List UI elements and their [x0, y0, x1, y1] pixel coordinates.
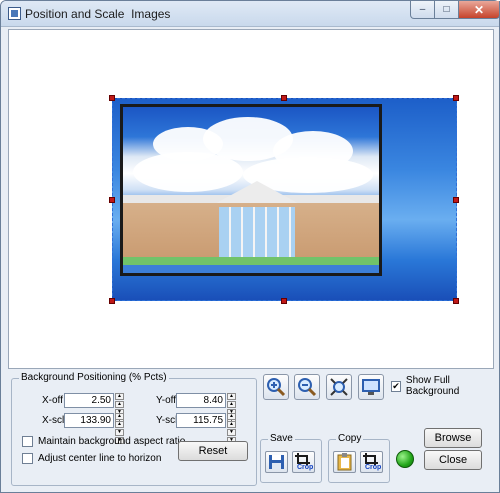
- xoff-label: X-off: [42, 395, 63, 406]
- show-full-background-label: Show Full Background: [405, 375, 460, 397]
- save-group-title: Save: [268, 433, 295, 444]
- controls-panel: Background Positioning (% Pcts) X-off 2.…: [8, 371, 494, 489]
- zoom-fit-button[interactable]: [326, 374, 352, 400]
- reset-button[interactable]: Reset: [178, 441, 248, 461]
- zoom-out-button[interactable]: [294, 374, 320, 400]
- xscl-label: X-scl: [42, 415, 65, 426]
- title-bar[interactable]: Position and Scale Images – □ ✕: [1, 1, 500, 27]
- resize-handle-bottom-right[interactable]: [453, 298, 459, 304]
- full-view-button[interactable]: [358, 374, 384, 400]
- close-window-button[interactable]: ✕: [458, 1, 500, 19]
- show-full-background-row[interactable]: ✔ Show Full Background: [391, 375, 494, 397]
- zoom-fit-icon: [330, 378, 348, 396]
- save-crop-button[interactable]: Crop: [292, 451, 315, 473]
- sea: [123, 265, 379, 273]
- zoom-out-icon: [298, 378, 317, 397]
- position-scale-window: Position and Scale Images – □ ✕ Backgrou…: [0, 0, 500, 493]
- show-full-background-checkbox[interactable]: ✔: [391, 380, 401, 392]
- spin-up-icon[interactable]: ▲: [227, 413, 236, 420]
- xscl-spinner[interactable]: ▲ ▲ ▼ ▼: [115, 413, 134, 444]
- maintain-aspect-label: Maintain background aspect ratio: [38, 436, 186, 447]
- xoff-spinner[interactable]: ▲ ▲ ▼ ▼: [115, 393, 134, 424]
- minimize-button[interactable]: –: [410, 1, 435, 19]
- copy-group: Copy Crop: [328, 433, 390, 483]
- building-glass-facade: [219, 207, 295, 263]
- spin-up-icon[interactable]: ▲: [115, 393, 124, 400]
- spin-up-icon[interactable]: ▲: [227, 393, 236, 400]
- copy-crop-label: Crop: [365, 464, 382, 471]
- xoff-field[interactable]: 2.50: [64, 393, 114, 408]
- save-crop-label: Crop: [297, 464, 314, 471]
- save-button[interactable]: [265, 451, 288, 473]
- adjust-center-label: Adjust center line to horizon: [38, 453, 162, 464]
- maximize-button[interactable]: □: [434, 1, 459, 19]
- zoom-in-button[interactable]: [263, 374, 289, 400]
- yscl-field[interactable]: 115.75: [176, 413, 226, 428]
- maintain-aspect-row[interactable]: Maintain background aspect ratio: [22, 436, 185, 447]
- xscl-field[interactable]: 133.90: [64, 413, 114, 428]
- copy-crop-button[interactable]: Crop: [360, 451, 383, 473]
- maintain-aspect-checkbox[interactable]: [22, 436, 33, 447]
- positioning-group-title: Background Positioning (% Pcts): [19, 372, 169, 383]
- resize-handle-top-right[interactable]: [453, 95, 459, 101]
- adjust-center-checkbox[interactable]: [22, 453, 33, 464]
- monitor-icon: [362, 379, 380, 395]
- close-button[interactable]: Close: [424, 450, 482, 470]
- preview-canvas: [8, 29, 494, 369]
- app-icon: [8, 7, 21, 20]
- spin-up-icon[interactable]: ▲: [115, 401, 124, 408]
- spin-down-icon[interactable]: ▼: [227, 429, 236, 436]
- browse-button[interactable]: Browse: [424, 428, 482, 448]
- resize-handle-bottom-left[interactable]: [109, 298, 115, 304]
- window-title: Position and Scale Images: [25, 7, 171, 21]
- clipboard-icon: [337, 453, 352, 471]
- background-positioning-group: Background Positioning (% Pcts) X-off 2.…: [11, 372, 257, 486]
- copy-button[interactable]: [333, 451, 356, 473]
- spin-up-icon[interactable]: ▲: [227, 401, 236, 408]
- zoom-in-icon: [267, 378, 286, 397]
- resize-handle-left[interactable]: [109, 197, 115, 203]
- spin-up-icon[interactable]: ▲: [115, 421, 124, 428]
- background-image-frame[interactable]: [112, 98, 457, 301]
- copy-group-title: Copy: [336, 433, 364, 444]
- floppy-disk-icon: [269, 455, 284, 469]
- spin-up-icon[interactable]: ▲: [227, 421, 236, 428]
- status-led-icon: [396, 450, 414, 468]
- resize-handle-right[interactable]: [453, 197, 459, 203]
- spin-up-icon[interactable]: ▲: [115, 413, 124, 420]
- yscl-spinner[interactable]: ▲ ▲ ▼ ▼: [227, 413, 246, 444]
- background-photo: [120, 104, 382, 276]
- yoff-label: Y-off: [156, 395, 177, 406]
- yoff-spinner[interactable]: ▲ ▲ ▼ ▼: [227, 393, 246, 424]
- yscl-label: Y-scl: [156, 415, 178, 426]
- spin-down-icon[interactable]: ▼: [115, 429, 124, 436]
- resize-handle-bottom[interactable]: [281, 298, 287, 304]
- adjust-center-row[interactable]: Adjust center line to horizon: [22, 453, 161, 464]
- yoff-field[interactable]: 8.40: [176, 393, 226, 408]
- save-group: Save Crop: [260, 433, 322, 483]
- resize-handle-top[interactable]: [281, 95, 287, 101]
- resize-handle-top-left[interactable]: [109, 95, 115, 101]
